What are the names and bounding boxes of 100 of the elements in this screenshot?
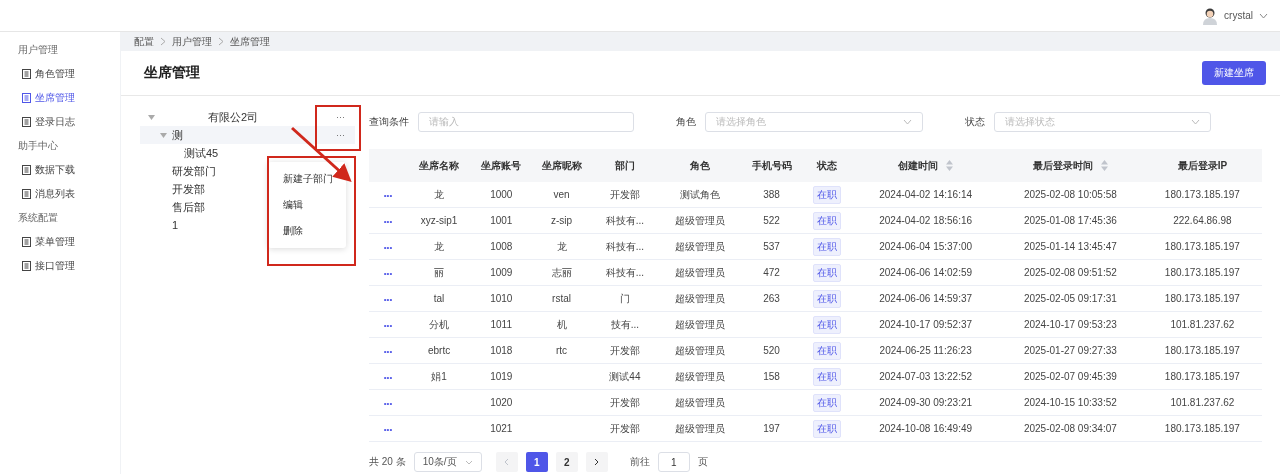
- next-page-button[interactable]: [585, 452, 608, 472]
- tree-node[interactable]: 研发部门: [140, 162, 220, 180]
- user-name[interactable]: crystal: [1224, 10, 1253, 21]
- table-cell: rstal: [552, 293, 571, 304]
- caret-down-icon[interactable]: [160, 133, 167, 138]
- sidebar-item[interactable]: 消息列表: [0, 182, 120, 206]
- row-actions-button[interactable]: •••: [383, 425, 393, 434]
- menu-item[interactable]: 编辑: [268, 192, 346, 218]
- sidebar-item[interactable]: 坐席管理: [0, 86, 120, 110]
- sidebar-item[interactable]: 角色管理: [0, 62, 120, 86]
- new-agent-button[interactable]: 新建坐席: [1202, 61, 1266, 85]
- page-button[interactable]: 1: [525, 452, 548, 472]
- table-cell: 娟1: [431, 370, 447, 382]
- document-icon: [22, 189, 31, 199]
- table-cell: 超级管理员: [674, 344, 725, 356]
- status-tag: 在职: [813, 263, 842, 282]
- table-cell: 测试角色: [679, 188, 720, 200]
- sidebar-item[interactable]: 登录日志: [0, 110, 120, 134]
- sidebar-item[interactable]: 接口管理: [0, 254, 120, 278]
- chevron-right-icon: [160, 37, 166, 46]
- row-actions-button[interactable]: •••: [383, 191, 393, 200]
- page-button[interactable]: 2: [555, 452, 578, 472]
- document-icon: [22, 165, 31, 175]
- table-cell: 472: [763, 267, 780, 278]
- table-cell: 180.173.185.197: [1164, 241, 1240, 252]
- table-cell: 2025-02-07 09:45:39: [1023, 371, 1117, 382]
- tree-node[interactable]: 售后部: [140, 198, 209, 216]
- tree-node[interactable]: 测试45: [140, 144, 223, 162]
- table-cell: z-sip: [550, 215, 573, 226]
- menu-item[interactable]: 删除: [268, 218, 346, 244]
- table-cell: 180.173.185.197: [1164, 345, 1240, 356]
- table-cell: 2024-04-02 18:56:16: [879, 215, 973, 226]
- tree-node[interactable]: 有限公2司 ···: [140, 108, 355, 126]
- chevron-right-icon: [594, 458, 600, 466]
- table-cell: 2024-06-04 15:37:00: [879, 241, 973, 252]
- document-icon: [22, 93, 31, 103]
- more-button[interactable]: ···: [336, 130, 345, 140]
- document-icon: [22, 69, 31, 79]
- table-cell: tal: [433, 293, 445, 304]
- tree-node[interactable]: 测 ···: [140, 126, 355, 144]
- table-cell: 开发部: [609, 396, 640, 408]
- table-cell: 1018: [490, 345, 513, 356]
- column-header: 状态: [801, 149, 854, 182]
- table-cell: 180.173.185.197: [1164, 267, 1240, 278]
- table-cell: 520: [763, 345, 780, 356]
- column-header: 部门: [591, 149, 659, 182]
- table-cell: rtc: [555, 345, 568, 356]
- tree-node[interactable]: 1: [140, 216, 183, 234]
- page-size-select[interactable]: 10条/页: [413, 452, 482, 472]
- table-cell: 222.64.86.98: [1173, 215, 1232, 226]
- table-cell: 开发部: [609, 422, 640, 434]
- table-cell: 2024-04-02 14:16:14: [879, 189, 973, 200]
- row-actions-button[interactable]: •••: [383, 399, 393, 408]
- row-actions-button[interactable]: •••: [383, 347, 393, 356]
- row-actions-button[interactable]: •••: [383, 295, 393, 304]
- goto-page-field[interactable]: 1: [657, 452, 690, 472]
- table-cell: 522: [763, 215, 780, 226]
- table-cell: 2024-10-15 10:33:52: [1023, 397, 1117, 408]
- breadcrumb-item[interactable]: 用户管理: [172, 34, 212, 49]
- chevron-down-icon[interactable]: [1259, 12, 1268, 19]
- sort-icon[interactable]: [946, 160, 954, 172]
- caret-down-icon[interactable]: [148, 115, 155, 120]
- table-cell: 158: [763, 371, 780, 382]
- breadcrumb-item[interactable]: 坐席管理: [230, 34, 270, 49]
- table-cell: 1011: [490, 319, 512, 330]
- breadcrumb-item[interactable]: 配置: [134, 34, 154, 49]
- table-cell: ebrtc: [427, 345, 451, 356]
- status-tag: 在职: [813, 211, 842, 230]
- table-cell: 197: [763, 423, 780, 434]
- table-cell: 科技有...: [605, 240, 645, 252]
- table-cell: 180.173.185.197: [1164, 293, 1240, 304]
- table-cell: 丽: [434, 266, 445, 278]
- row-actions-button[interactable]: •••: [383, 243, 393, 252]
- table-cell: 2025-01-27 09:27:33: [1023, 345, 1117, 356]
- more-button[interactable]: ···: [336, 112, 345, 122]
- menu-item[interactable]: 新建子部门: [268, 166, 346, 192]
- tree-node[interactable]: 开发部: [140, 180, 209, 198]
- row-actions-button[interactable]: •••: [383, 217, 393, 226]
- sidebar-item[interactable]: 菜单管理: [0, 230, 120, 254]
- row-actions-button[interactable]: •••: [383, 373, 393, 382]
- sort-icon[interactable]: [1100, 160, 1108, 172]
- sidebar-group-title: 助手中心: [17, 139, 59, 153]
- row-actions-button[interactable]: •••: [383, 321, 393, 330]
- table-cell: 科技有...: [605, 266, 645, 278]
- sidebar-group-title: 系统配置: [17, 211, 59, 225]
- chevron-down-icon: [1191, 119, 1200, 125]
- sidebar-item[interactable]: 数据下载: [0, 158, 120, 182]
- goto-suffix: 页: [697, 455, 708, 469]
- table-cell: 1001: [490, 215, 513, 226]
- filter-label: 查询条件: [369, 115, 409, 129]
- table-cell: ven: [553, 189, 570, 200]
- table-cell: 2024-06-06 14:59:37: [879, 293, 973, 304]
- table-cell: 1021: [490, 423, 513, 434]
- avatar-icon[interactable]: [1202, 6, 1219, 25]
- row-actions-button[interactable]: •••: [383, 269, 393, 278]
- table-cell: 263: [763, 293, 780, 304]
- chevron-down-icon: [464, 459, 473, 465]
- table-cell: 超级管理员: [674, 214, 725, 226]
- page-title: 坐席管理: [144, 64, 200, 82]
- table-cell: 龙: [556, 240, 567, 252]
